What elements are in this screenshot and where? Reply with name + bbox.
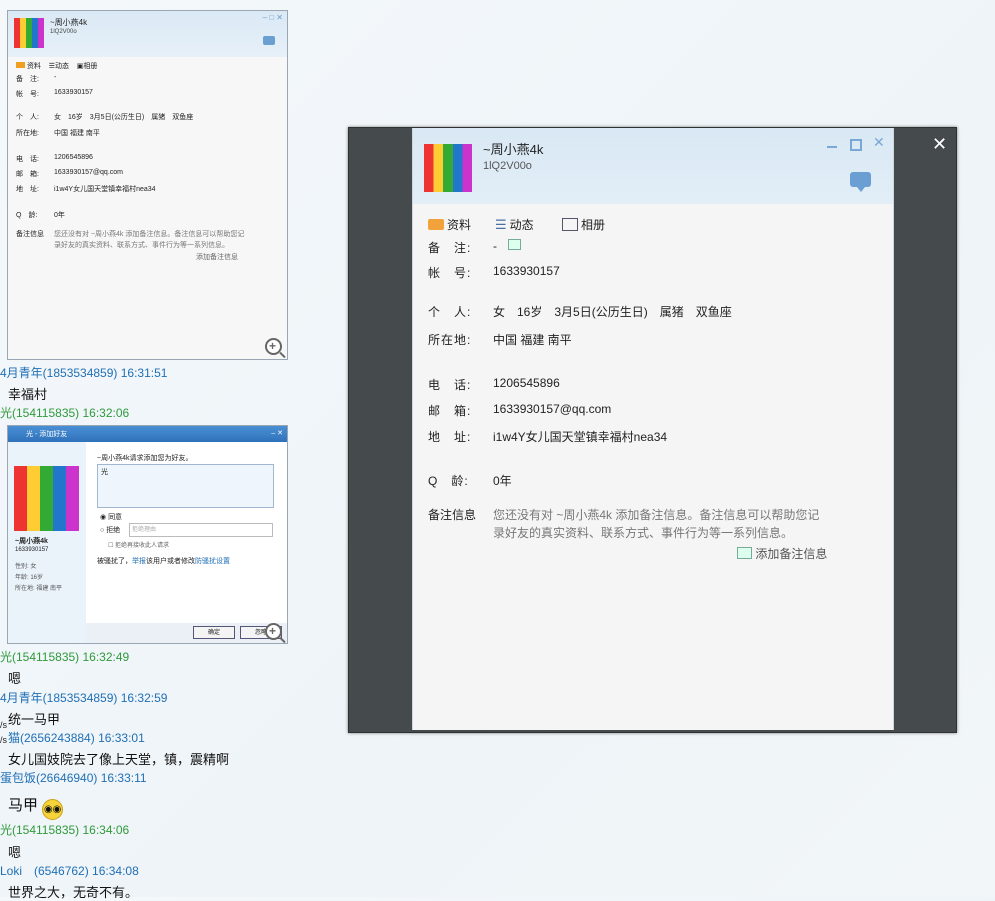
image-viewer: ✕ ~周小燕4k 1lQ2V00o ✕ 资料 ☰ 动态 相册 备 注: - 帐 …	[348, 127, 957, 733]
profile-header: ~周小燕4k 1lQ2V00o ✕	[413, 128, 893, 204]
account-value: 1633930157	[493, 264, 560, 278]
profile-card-icon	[428, 219, 444, 230]
thumb-header: ~周小燕4k 1lQ2V00o – □ ✕	[8, 11, 287, 57]
personal-value: 女 16岁 3月5日(公历生日) 属猪 双鱼座	[493, 305, 732, 319]
chat-message: 嗯	[8, 671, 22, 686]
avatar	[424, 144, 472, 192]
dialog-title: 光 - 添加好友	[26, 431, 68, 438]
profile-card: ~周小燕4k 1lQ2V00o ✕ 资料 ☰ 动态 相册 备 注: - 帐 号:…	[412, 128, 894, 730]
reject-radio[interactable]: ○ 拒绝	[100, 525, 120, 535]
chat-message: 世界之大，无奇不有。	[8, 885, 139, 900]
chat-bubble-icon[interactable]	[850, 172, 871, 187]
avatar	[14, 18, 44, 48]
add-friend-thumbnail[interactable]: 光 - 添加好友 – ✕ ~周小燕4k 1633930157 性别: 女 年龄:…	[7, 425, 288, 644]
profile-icon	[16, 62, 25, 68]
chat-sender: 光(154115835) 16:32:06	[0, 406, 130, 420]
edit-note-icon[interactable]	[508, 239, 522, 250]
note-label: 备注信息	[428, 508, 477, 522]
message-box	[97, 464, 274, 508]
reason-input[interactable]: 拒绝理由	[129, 523, 273, 537]
add-note-icon	[737, 547, 752, 559]
chat-message: 马甲 ◉◉	[8, 794, 64, 820]
chat-sender: 4月青年(1853534859) 16:32:59	[0, 691, 168, 705]
chat-sender: 光(154115835) 16:34:06	[0, 823, 130, 837]
thumb-tabs: 资料 ☰动态 ▣相册	[16, 61, 97, 71]
zoom-icon[interactable]: +	[265, 623, 282, 640]
chat-bubble-icon	[263, 36, 275, 45]
chat-sender: 蛋包饭(26646940) 16:33:11	[0, 771, 147, 785]
remark-value: -	[493, 239, 522, 253]
minimize-icon[interactable]	[827, 146, 837, 148]
phone-value: 1206545896	[493, 376, 560, 390]
note-text: 您还没有对 ~周小燕4k 添加备注信息。备注信息可以帮助您记	[493, 508, 820, 522]
surprised-emoji-icon: ◉◉	[42, 799, 64, 820]
thumb-sub: 1lQ2V00o	[50, 29, 77, 35]
tab-album[interactable]: 相册	[562, 216, 605, 233]
profile-name: ~周小燕4k	[483, 142, 544, 157]
photo-icon	[562, 218, 578, 231]
note-text: 录好友的真实资料、联系方式、事件行为等一系列信息。	[493, 526, 794, 540]
window-controls-icon: – □ ✕	[262, 13, 283, 22]
zoom-icon[interactable]: +	[265, 338, 282, 355]
accept-radio[interactable]: ◉ 同意	[100, 512, 122, 522]
maximize-icon[interactable]	[850, 139, 862, 151]
chat-message: 女儿国妓院去了像上天堂，镇，震精啊	[8, 752, 230, 767]
chat-message: 幸福村	[8, 387, 48, 402]
report-link[interactable]: 举报	[132, 558, 146, 565]
close-icon[interactable]: ✕	[932, 134, 947, 155]
add-note-link[interactable]: 添加备注信息	[737, 545, 827, 562]
profile-card-thumbnail[interactable]: ~周小燕4k 1lQ2V00o – □ ✕ 资料 ☰动态 ▣相册 备 注: - 帐…	[7, 10, 288, 360]
chat-message: 统一马甲	[8, 712, 61, 727]
chat-sender: Loki (6546762) 16:34:08	[0, 864, 139, 878]
ok-button[interactable]: 确定	[193, 626, 235, 639]
avatar	[14, 466, 79, 531]
email-value: 1633930157@qq.com	[493, 402, 612, 416]
tab-profile[interactable]: 资料	[428, 216, 471, 233]
tab-feed[interactable]: ☰ 动态	[495, 216, 534, 233]
chat-message: 嗯	[8, 845, 22, 860]
qq-age-value: 0年	[493, 474, 512, 488]
thumb-name: ~周小燕4k	[50, 18, 88, 27]
chat-sender: 4月青年(1853534859) 16:31:51	[0, 366, 168, 380]
block-checkbox[interactable]: ☐ 拒绝再接收此人请求	[108, 540, 169, 549]
location-value: 中国 福建 南平	[493, 333, 572, 347]
window-controls-icon: – ✕	[271, 430, 283, 437]
address-value: i1w4Y女儿国天堂镇幸福村nea34	[493, 430, 668, 444]
profile-sub: 1lQ2V00o	[483, 160, 532, 172]
harass-settings-link[interactable]: 防骚扰设置	[195, 558, 230, 565]
chat-sender: 光(154115835) 16:32:49	[0, 650, 130, 664]
close-icon[interactable]: ✕	[873, 134, 885, 151]
chat-sender: 猫(2656243884) 16:33:01	[8, 731, 145, 745]
list-icon: ☰	[495, 216, 507, 232]
